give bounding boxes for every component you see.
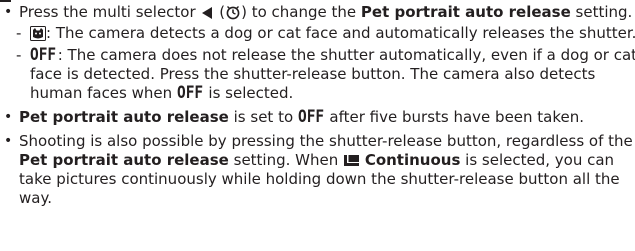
dash: -	[16, 24, 22, 42]
paren-close: )	[241, 3, 247, 21]
bullet3-line2c: is selected, you can	[465, 151, 615, 169]
sub2-line3a: human faces when	[30, 84, 173, 102]
top-rule	[0, 0, 11, 2]
bullet2-suffix: after five bursts have been taken.	[329, 108, 585, 126]
left-arrow-icon	[200, 6, 214, 25]
self-timer-icon	[225, 4, 241, 25]
setting-name: Pet portrait auto release	[19, 151, 229, 169]
bullet1-middle: to change the	[251, 3, 357, 21]
sub1-text: : The camera detects a dog or cat face a…	[46, 24, 635, 42]
bullet: •	[4, 133, 13, 149]
sub2-line1: : The camera does not release the shutte…	[57, 46, 635, 64]
bullet2-middle: is set to	[233, 108, 294, 126]
sub2-line3b: is selected.	[208, 84, 294, 102]
continuous-label: Continuous	[364, 151, 461, 169]
bullet: •	[4, 109, 13, 125]
pet-portrait-icon	[30, 26, 46, 46]
bullet: •	[4, 4, 13, 20]
bullet3-line2b: setting. When	[233, 151, 339, 169]
bullet3-line1: Shooting is also possible by pressing th…	[19, 132, 633, 150]
off-label: OFF	[297, 107, 325, 127]
bullet1-suffix: setting.	[575, 3, 633, 21]
bullet3-line3: take pictures continuously while holding…	[19, 170, 620, 188]
sub2-line3: human faces when OFF is selected.	[30, 84, 293, 103]
bullet3-line4: way.	[19, 189, 52, 207]
setting-name: Pet portrait auto release	[360, 3, 571, 21]
dash: -	[16, 46, 22, 64]
bullet1-prefix: Press the multi selector	[19, 3, 196, 21]
off-label: OFF	[30, 45, 57, 65]
setting-name: Pet portrait auto release	[19, 108, 229, 126]
sub2-line2: face is detected. Press the shutter-rele…	[30, 65, 596, 83]
off-label: OFF	[176, 83, 204, 103]
